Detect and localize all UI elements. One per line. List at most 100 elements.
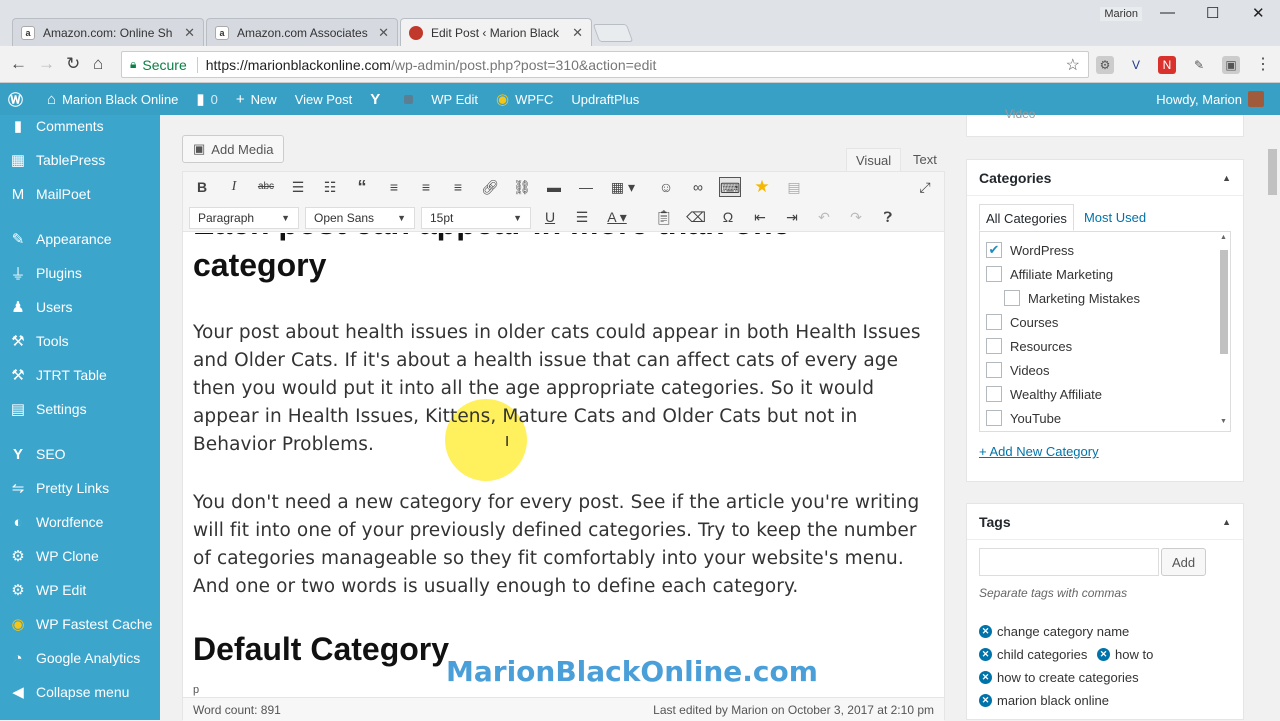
toolbar-toggle-icon[interactable]: ⌨ [719, 177, 741, 197]
updraft-link[interactable]: UpdraftPlus [571, 92, 639, 107]
page-scrollbar-thumb[interactable] [1268, 149, 1277, 195]
sidebar-item-google-analytics[interactable]: ◔ Google Analytics [0, 641, 160, 675]
link-icon[interactable]: 🔗︎ [479, 177, 501, 197]
table-icon[interactable]: ▦ ▾ [607, 177, 639, 197]
undo-icon[interactable]: ↶ [813, 207, 835, 227]
tags-header[interactable]: Tags ▲ [967, 504, 1243, 540]
maximize-icon[interactable]: ☐ [1206, 4, 1219, 22]
sidebar-item-tablepress[interactable]: ▦ TablePress [0, 143, 160, 177]
align-left-icon[interactable]: ≡ [383, 177, 405, 197]
sidebar-item-wp-edit[interactable]: ⚙ WP Edit [0, 573, 160, 607]
fullscreen-icon[interactable]: ⤢ [914, 177, 936, 197]
bullet-list-icon[interactable]: ☰ [287, 177, 309, 197]
category-checkbox[interactable] [986, 314, 1002, 330]
category-item[interactable]: Courses [986, 314, 1058, 330]
remove-tag-icon[interactable]: ✕ [979, 625, 992, 638]
category-item[interactable]: Marketing Mistakes [1004, 290, 1140, 306]
shortcode-icon[interactable]: ▤ [783, 177, 805, 197]
close-icon[interactable]: ✕ [378, 25, 389, 41]
justify-icon[interactable]: ☰ [571, 207, 593, 227]
forward-icon[interactable]: → [38, 54, 55, 74]
star-icon[interactable]: ★ [751, 177, 773, 197]
page-scrollbar[interactable] [1265, 115, 1280, 720]
sidebar-item-comments[interactable]: ▮ Comments [0, 109, 160, 143]
help-icon[interactable]: ❓︎ [877, 207, 899, 227]
sidebar-item-wp-clone[interactable]: ⚙ WP Clone [0, 539, 160, 573]
sidebar-item-settings[interactable]: ▤ Settings [0, 392, 160, 426]
categories-header[interactable]: Categories ▲ [967, 160, 1243, 196]
align-right-icon[interactable]: ≡ [447, 177, 469, 197]
category-item[interactable]: ✔ WordPress [986, 242, 1074, 258]
tab-visual[interactable]: Visual [846, 148, 902, 171]
yoast-icon[interactable]: Y [370, 91, 386, 108]
scrollbar-thumb[interactable] [1220, 250, 1228, 354]
sidebar-item-wp-fastest-cache[interactable]: ◉ WP Fastest Cache [0, 607, 160, 641]
text-color-icon[interactable]: A ▾ [601, 207, 633, 227]
underline-icon[interactable]: U [539, 207, 561, 227]
tab-text[interactable]: Text [904, 148, 946, 171]
category-item[interactable]: Affiliate Marketing [986, 266, 1113, 282]
sidebar-item-tools[interactable]: ⚒ Tools [0, 324, 160, 358]
comments-link[interactable]: ▮ 0 [196, 90, 218, 108]
add-new-category-link[interactable]: + Add New Category [979, 444, 1099, 459]
redo-icon[interactable]: ↷ [845, 207, 867, 227]
status-dot-icon[interactable] [404, 94, 414, 104]
sidebar-item-plugins[interactable]: ⏚ Plugins [0, 256, 160, 290]
unlink-icon[interactable]: ⛓︎ [511, 177, 533, 197]
collapse-arrow-icon[interactable]: ▲ [1222, 173, 1231, 183]
menu-icon[interactable]: ⋮ [1254, 56, 1272, 74]
sidebar-item-jtrt-table[interactable]: ⚒ JTRT Table [0, 358, 160, 392]
emoticon-icon[interactable]: ☺ [655, 177, 677, 197]
add-tag-button[interactable]: Add [1161, 548, 1207, 576]
clear-formatting-icon[interactable]: ⌫ [685, 207, 707, 227]
category-checkbox[interactable]: ✔ [986, 242, 1002, 258]
browser-profile-name[interactable]: Marion [1100, 7, 1142, 21]
category-checkbox[interactable] [986, 362, 1002, 378]
howdy-user[interactable]: Howdy, Marion [1156, 92, 1242, 107]
category-scrollbar[interactable]: ▲ ▼ [1218, 234, 1228, 428]
url-bar[interactable]: 🔒︎ Secure https://marionblackonline.com /… [121, 51, 1089, 78]
horizontal-rule-icon[interactable]: — [575, 177, 597, 197]
back-icon[interactable]: ← [10, 54, 27, 74]
close-icon[interactable]: ✕ [184, 25, 195, 41]
window-close-icon[interactable]: ✕ [1252, 4, 1265, 22]
remove-tag-icon[interactable]: ✕ [1097, 648, 1110, 661]
sidebar-item-mailpoet[interactable]: M MailPoet [0, 177, 160, 211]
italic-icon[interactable]: I [223, 177, 245, 197]
minimize-icon[interactable]: — [1160, 4, 1175, 21]
remove-tag-icon[interactable]: ✕ [979, 671, 992, 684]
reload-icon[interactable]: ↻ [66, 54, 80, 74]
paste-text-icon[interactable]: 📋︎ [653, 207, 675, 227]
category-checkbox[interactable] [986, 410, 1002, 426]
font-family-select[interactable]: Open Sans ▼ [305, 207, 415, 229]
category-checkbox[interactable] [1004, 290, 1020, 306]
bold-icon[interactable]: B [191, 177, 213, 197]
numbered-list-icon[interactable]: ☷ [319, 177, 341, 197]
tab-all-categories[interactable]: All Categories [979, 204, 1074, 231]
wordpress-logo-icon[interactable]: Ⓦ [8, 89, 29, 110]
category-checkbox[interactable] [986, 386, 1002, 402]
sidebar-item-wordfence[interactable]: ◐ Wordfence [0, 505, 160, 539]
scroll-up-icon[interactable]: ▲ [1220, 234, 1227, 241]
font-size-select[interactable]: 15pt ▼ [421, 207, 531, 229]
category-item[interactable]: YouTube [986, 410, 1061, 426]
bookmark-star-icon[interactable]: ☆ [1066, 55, 1080, 75]
add-media-button[interactable]: ▣ Add Media [182, 135, 285, 163]
wp-edit-link[interactable]: WP Edit [431, 92, 478, 107]
new-tab-button[interactable] [592, 24, 634, 42]
blockquote-icon[interactable]: “ [351, 177, 373, 197]
read-more-icon[interactable]: ▬ [543, 177, 565, 197]
extension-icon[interactable]: ⚙ [1096, 56, 1114, 74]
site-name-link[interactable]: ⌂ Marion Black Online [47, 91, 178, 108]
collapse-menu-button[interactable]: ◀ Collapse menu [0, 675, 160, 709]
embed-icon[interactable]: ∞ [687, 177, 709, 197]
strikethrough-icon[interactable]: abc [255, 177, 277, 197]
remove-tag-icon[interactable]: ✕ [979, 648, 992, 661]
browser-tab-edit-post[interactable]: Edit Post ‹ Marion Black ✕ [400, 18, 592, 46]
editor-content[interactable]: Each post can appear in more than one ca… [183, 233, 944, 683]
browser-tab-associates[interactable]: a Amazon.com Associates ✕ [206, 18, 398, 46]
avatar[interactable] [1248, 91, 1264, 107]
category-checkbox[interactable] [986, 338, 1002, 354]
outdent-icon[interactable]: ⇤ [749, 207, 771, 227]
tag-input[interactable] [979, 548, 1159, 576]
